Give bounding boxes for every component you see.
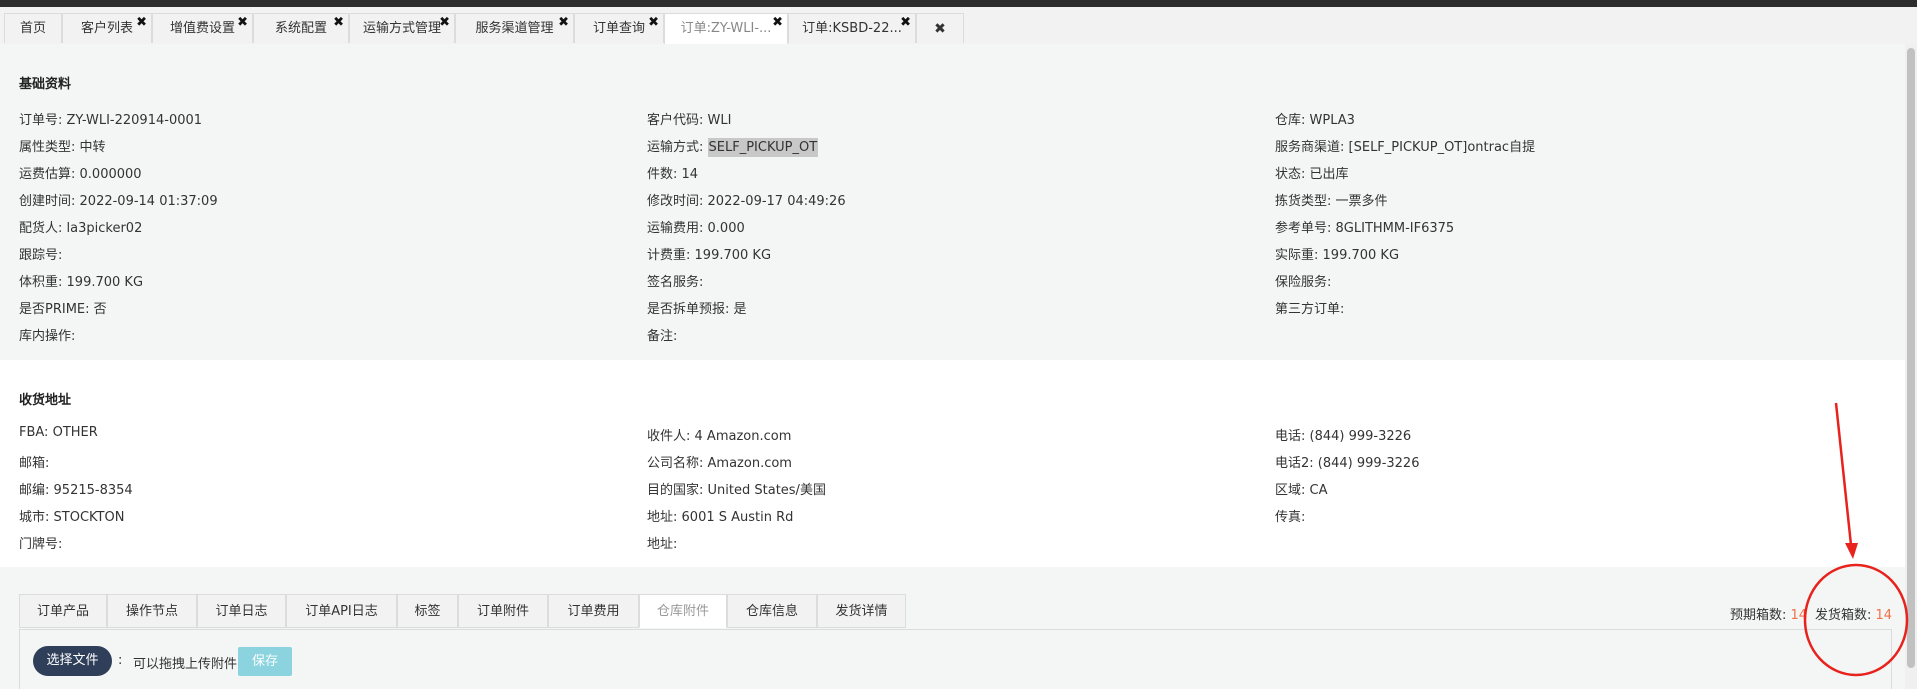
field-third-party-order: 第三方订单: xyxy=(1275,302,1345,317)
field-pieces: 件数: 14 xyxy=(647,167,699,182)
tab-label: 增值费设置 xyxy=(169,21,235,36)
close-all-tabs-button[interactable]: ✖ xyxy=(916,13,964,43)
close-all-icon: ✖ xyxy=(934,21,946,37)
field-provider-channel: 服务商渠道: [SELF_PICKUP_OT]ontrac自提 xyxy=(1275,140,1536,155)
tab-home[interactable]: 首页 xyxy=(4,13,62,43)
field-order-no: 订单号: ZY-WLI-220914-0001 xyxy=(19,113,203,128)
top-bar xyxy=(0,0,1917,7)
field-phone: 电话: (844) 999-3226 xyxy=(1275,429,1412,444)
save-button[interactable]: 保存 xyxy=(238,647,292,676)
close-icon[interactable]: ✖ xyxy=(333,8,344,38)
tab-label: 订单:ZY-WLI-... xyxy=(680,21,772,36)
tab-labels[interactable]: 标签 xyxy=(397,594,458,628)
expected-box-value: 14 xyxy=(1790,608,1808,623)
close-icon[interactable]: ✖ xyxy=(648,8,659,38)
choose-file-button[interactable]: 选择文件 xyxy=(33,646,112,676)
tab-bar: 首页 客户列表 ✖ 增值费设置 ✖ 系统配置 ✖ 运输方式管理 ✖ 服务渠道管理 ✖ 订单… xyxy=(0,7,1917,45)
field-actual-weight: 实际重: 199.700 KG xyxy=(1275,248,1400,263)
field-pick-type: 拣货类型: 一票多件 xyxy=(1275,194,1388,209)
scrollbar[interactable] xyxy=(1905,44,1917,689)
field-volume-weight: 体积重: 199.700 KG xyxy=(19,275,144,290)
field-status: 状态: 已出库 xyxy=(1275,167,1349,182)
scrollbar-thumb[interactable] xyxy=(1907,48,1915,668)
tab-label: 运输方式管理 xyxy=(362,21,441,36)
tab-order-attachments[interactable]: 订单附件 xyxy=(458,594,548,628)
field-prime: 是否PRIME: 否 xyxy=(19,302,107,317)
tab-warehouse-info[interactable]: 仓库信息 xyxy=(727,594,817,628)
field-address-1: 地址: 6001 S Austin Rd xyxy=(647,510,794,525)
tab-order-query[interactable]: 订单查询 ✖ xyxy=(574,13,664,43)
field-created-at: 创建时间: 2022-09-14 01:37:09 xyxy=(19,194,218,209)
field-remark: 备注: xyxy=(647,329,678,344)
section-title-basic: 基础资料 xyxy=(19,77,72,92)
field-freight-estimate: 运费估算: 0.000000 xyxy=(19,167,142,182)
field-city: 城市: STOCKTON xyxy=(19,510,125,525)
field-shipping-fee: 运输费用: 0.000 xyxy=(647,221,745,236)
field-customer-code: 客户代码: WLI xyxy=(647,113,732,128)
field-reference-no: 参考单号: 8GLITHMM-IF6375 xyxy=(1275,221,1455,236)
field-fax: 传真: xyxy=(1275,510,1306,525)
drag-upload-hint: 可以拖拽上传附件 xyxy=(133,657,238,672)
tab-label: 服务渠道管理 xyxy=(475,21,554,36)
field-destination-country: 目的国家: United States/美国 xyxy=(647,483,826,498)
field-chargeable-weight: 计费重: 199.700 KG xyxy=(647,248,772,263)
close-icon[interactable]: ✖ xyxy=(136,8,147,38)
tab-service-channel[interactable]: 服务渠道管理 ✖ xyxy=(455,13,574,43)
field-address-2: 地址: xyxy=(647,537,678,552)
warehouse-attachment-panel xyxy=(19,629,1892,689)
field-signature-service: 签名服务: xyxy=(647,275,704,290)
close-icon[interactable]: ✖ xyxy=(772,8,783,38)
field-picker: 配货人: la3picker02 xyxy=(19,221,143,236)
field-attr-type: 属性类型: 中转 xyxy=(19,140,106,155)
tab-order-ksbd[interactable]: 订单:KSBD-22... ✖ xyxy=(788,13,916,43)
field-email: 邮箱: xyxy=(19,456,50,471)
basic-info-section xyxy=(0,44,1905,360)
tab-order-products[interactable]: 订单产品 xyxy=(19,594,107,628)
field-insurance: 保险服务: xyxy=(1275,275,1332,290)
field-tracking-no: 跟踪号: xyxy=(19,248,63,263)
expected-box-label: 预期箱数: xyxy=(1730,608,1787,623)
field-phone-2: 电话2: (844) 999-3226 xyxy=(1275,456,1420,471)
tab-warehouse-attachments[interactable]: 仓库附件 xyxy=(639,594,727,628)
address-section xyxy=(0,360,1905,567)
field-fba: FBA: OTHER xyxy=(19,425,98,440)
tab-value-added-fee[interactable]: 增值费设置 ✖ xyxy=(152,13,253,43)
tab-label: 订单:KSBD-22... xyxy=(802,21,902,36)
shipped-box-count: 发货箱数: 14 xyxy=(1815,604,1892,623)
shipped-box-label: 发货箱数: xyxy=(1815,608,1872,623)
close-icon[interactable]: ✖ xyxy=(558,8,569,38)
section-title-address: 收货地址 xyxy=(19,393,72,408)
field-region: 区域: CA xyxy=(1275,483,1328,498)
field-warehouse: 仓库: WPLA3 xyxy=(1275,113,1355,128)
tab-label: 首页 xyxy=(19,21,46,36)
tab-system-config[interactable]: 系统配置 ✖ xyxy=(253,13,349,43)
field-modified-at: 修改时间: 2022-09-17 04:49:26 xyxy=(647,194,846,209)
field-split-forecast: 是否拆单预报: 是 xyxy=(647,302,747,317)
tab-label: 订单查询 xyxy=(592,21,645,36)
field-shipping-method: 运输方式: SELF_PICKUP_OT xyxy=(647,138,819,157)
tab-shipping-method[interactable]: 运输方式管理 ✖ xyxy=(349,13,455,43)
tab-order-api-log[interactable]: 订单API日志 xyxy=(286,594,397,628)
separator-colon: : xyxy=(118,653,123,668)
shipped-box-value: 14 xyxy=(1875,608,1893,623)
field-company: 公司名称: Amazon.com xyxy=(647,456,792,471)
tab-order-fees[interactable]: 订单费用 xyxy=(548,594,639,628)
tab-order-log[interactable]: 订单日志 xyxy=(197,594,286,628)
tab-order-zy-wli[interactable]: 订单:ZY-WLI-... ✖ xyxy=(664,13,788,45)
field-house-no: 门牌号: xyxy=(19,537,63,552)
field-warehouse-op: 库内操作: xyxy=(19,329,76,344)
expected-box-count: 预期箱数: 14 xyxy=(1730,604,1807,623)
tab-label: 系统配置 xyxy=(274,21,327,36)
field-postcode: 邮编: 95215-8354 xyxy=(19,483,133,498)
close-icon[interactable]: ✖ xyxy=(439,8,450,38)
tab-operation-nodes[interactable]: 操作节点 xyxy=(107,594,197,628)
close-icon[interactable]: ✖ xyxy=(237,8,248,38)
close-icon[interactable]: ✖ xyxy=(900,8,911,38)
tab-shipping-details[interactable]: 发货详情 xyxy=(817,594,906,628)
field-recipient: 收件人: 4 Amazon.com xyxy=(647,429,792,444)
tab-customer-list[interactable]: 客户列表 ✖ xyxy=(62,13,152,43)
tab-label: 客户列表 xyxy=(80,21,133,36)
